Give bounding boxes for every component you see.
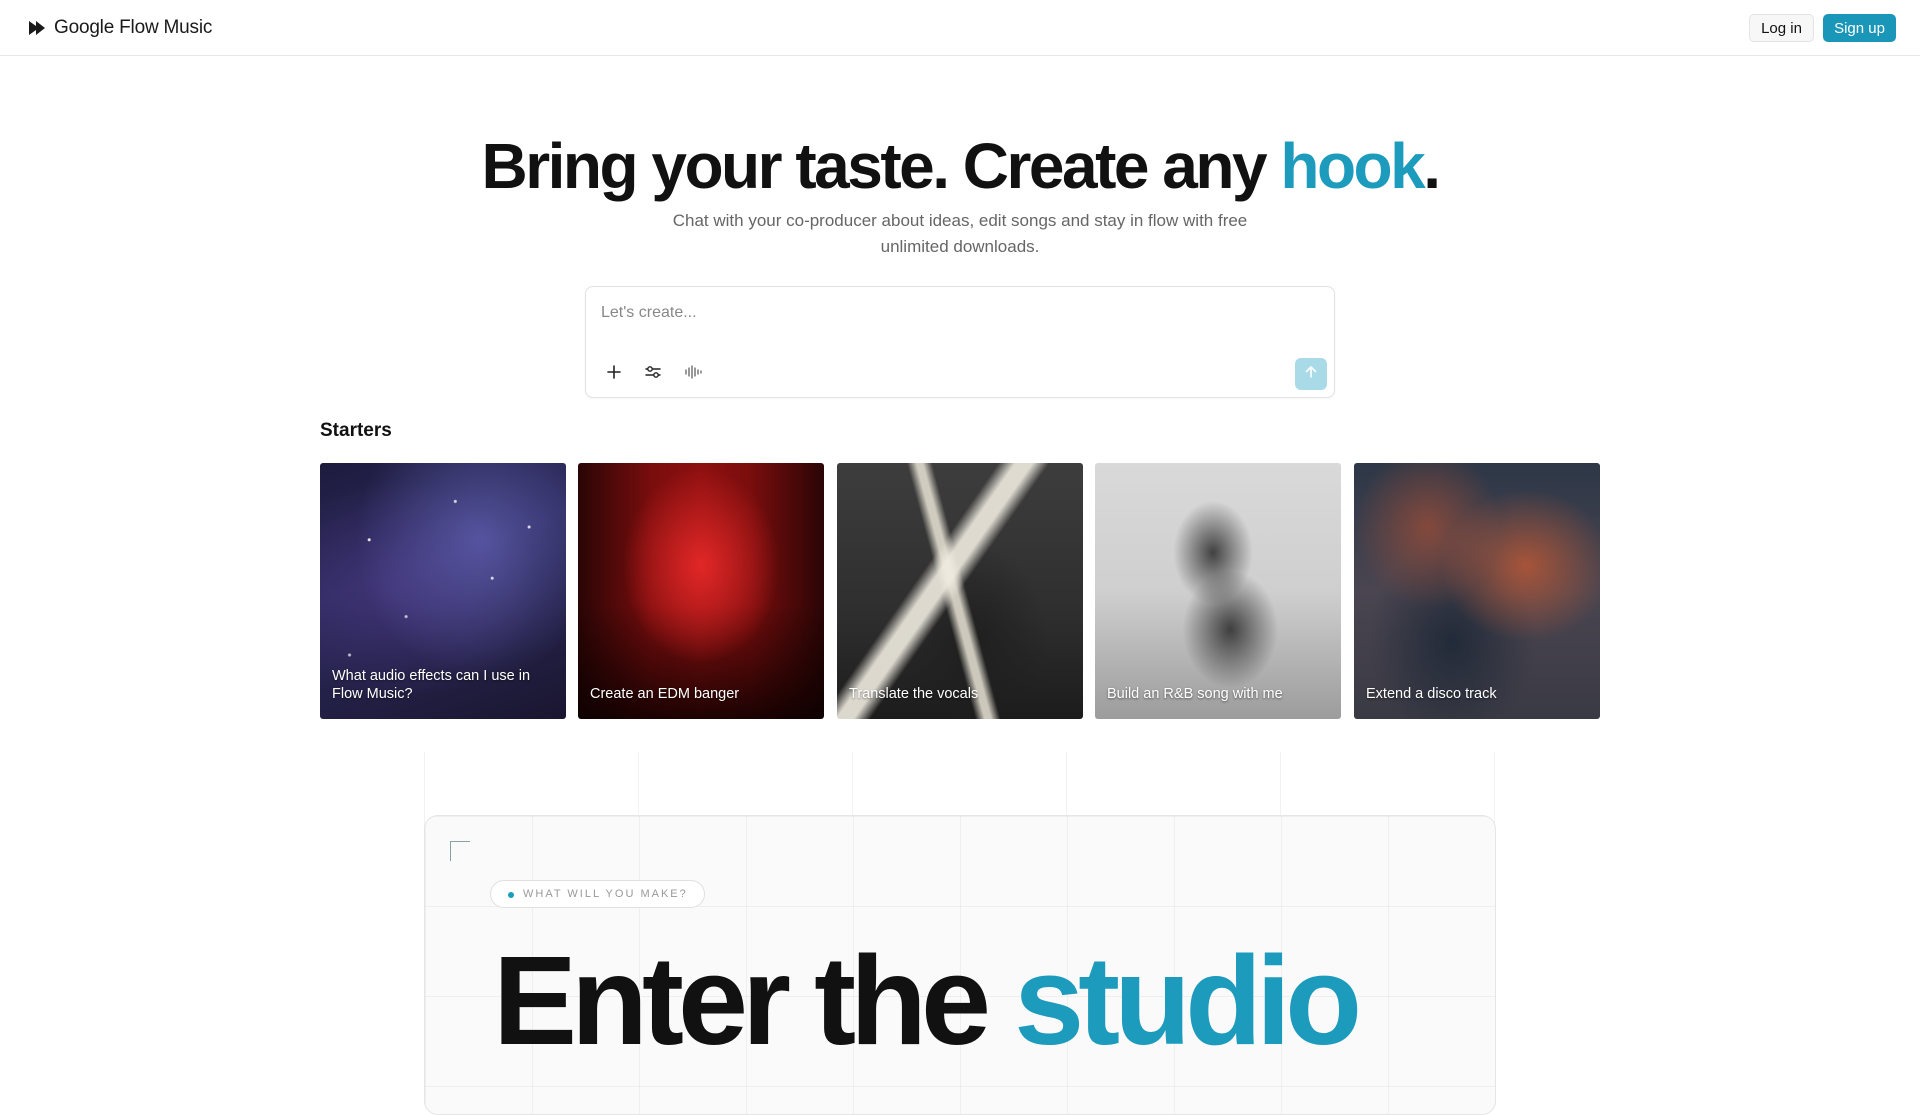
what-will-you-make-badge: WHAT WILL YOU MAKE?	[490, 880, 705, 908]
dot-icon	[508, 892, 514, 898]
signup-button[interactable]: Sign up	[1823, 14, 1896, 42]
send-button[interactable]	[1295, 358, 1327, 390]
starter-card-label: Extend a disco track	[1366, 686, 1497, 702]
add-attachment-button[interactable]	[602, 362, 626, 386]
starter-card-rnb[interactable]: Build an R&B song with me	[1095, 463, 1341, 719]
hero-subtitle: Chat with your co-producer about ideas, …	[672, 211, 1248, 256]
waveform-icon	[684, 364, 702, 384]
sliders-icon	[645, 365, 661, 384]
arrow-up-icon	[1304, 365, 1318, 384]
hero-title-main: Bring your taste. Create any	[481, 130, 1281, 202]
starter-card-label: Build an R&B song with me	[1107, 686, 1283, 702]
corner-bracket-icon	[450, 841, 470, 861]
hero-title-accent: hook	[1280, 130, 1425, 202]
hero-title: Bring your taste. Create any hook.	[0, 126, 1920, 206]
top-header: Google Flow Music Log in Sign up	[0, 0, 1920, 56]
starter-card-disco[interactable]: Extend a disco track	[1354, 463, 1600, 719]
badge-label: WHAT WILL YOU MAKE?	[523, 888, 688, 900]
flow-logo-icon	[28, 20, 46, 36]
studio-panel: WHAT WILL YOU MAKE? Enter the studio	[424, 815, 1496, 1115]
starter-card-label: Translate the vocals	[849, 686, 979, 702]
starter-card-label: What audio effects can I use in Flow Mus…	[332, 668, 531, 702]
starters-heading: Starters	[320, 420, 392, 441]
studio-title-accent: studio	[1014, 930, 1362, 1071]
settings-button[interactable]	[641, 362, 665, 386]
prompt-box	[585, 286, 1335, 398]
hero-title-end: .	[1423, 130, 1441, 202]
studio-title-main: Enter the	[493, 930, 1015, 1071]
starter-card-label: Create an EDM banger	[590, 686, 740, 702]
starter-card-translate-vocals[interactable]: Translate the vocals	[837, 463, 1083, 719]
brand-logo-link[interactable]: Google Flow Music	[28, 16, 212, 40]
starter-card-audio-effects[interactable]: What audio effects can I use in Flow Mus…	[320, 463, 566, 719]
prompt-input[interactable]	[601, 301, 1301, 325]
brand-name: Google Flow Music	[54, 17, 213, 38]
login-button[interactable]: Log in	[1749, 14, 1814, 42]
audio-input-button[interactable]	[681, 362, 705, 386]
plus-icon	[607, 364, 621, 384]
studio-title: Enter the studio	[493, 926, 1362, 1076]
starter-card-edm[interactable]: Create an EDM banger	[578, 463, 824, 719]
